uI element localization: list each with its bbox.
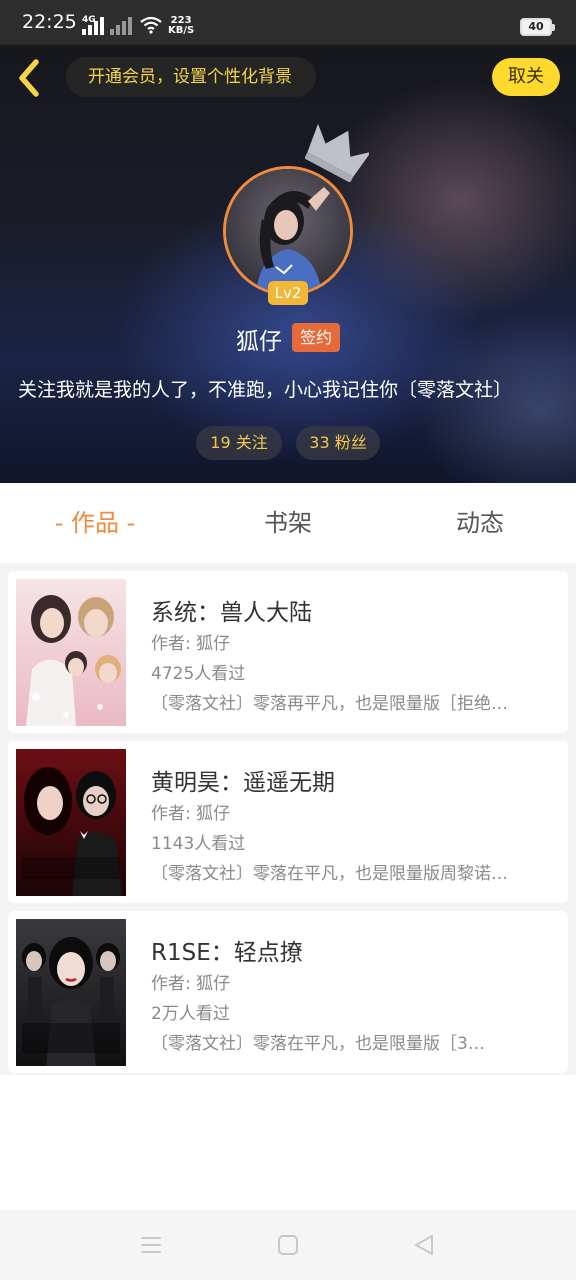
book-title: 系统：兽人大陆 <box>151 600 312 626</box>
following-count[interactable]: 19 关注 <box>196 426 282 460</box>
profile-bio: 关注我就是我的人了，不准跑，小心我记住你〔零落文社〕 <box>18 379 513 401</box>
network-speed-unit: KB/S <box>168 25 195 36</box>
book-card[interactable]: R1SE：轻点撩 作者: 狐仔 2万人看过 〔零落文社〕零落在平凡，也是限量版［… <box>8 911 568 1073</box>
menu-icon <box>141 1237 161 1253</box>
signal-icon <box>82 17 104 35</box>
status-time: 22:25 <box>22 11 77 33</box>
home-button[interactable] <box>275 1232 301 1258</box>
recent-apps-button[interactable] <box>138 1232 164 1258</box>
empty-area <box>0 1075 576 1210</box>
book-cover <box>16 579 126 726</box>
works-list: 系统：兽人大陆 作者: 狐仔 4725人看过 〔零落文社〕零落再平凡，也是限量版… <box>0 563 576 1083</box>
book-description: 〔零落文社〕零落再平凡，也是限量版［拒绝… <box>151 694 508 714</box>
home-square-icon <box>278 1235 298 1255</box>
status-bar: 22:25 4G 223 KB/S 40 <box>0 0 576 45</box>
unfollow-button[interactable]: 取关 <box>492 58 560 96</box>
book-title: 黄明昊：遥遥无期 <box>151 770 335 796</box>
book-views: 2万人看过 <box>151 1004 230 1024</box>
book-cover-image <box>16 749 126 896</box>
vip-background-banner[interactable]: 开通会员，设置个性化背景 <box>66 57 316 97</box>
battery-level: 40 <box>528 20 544 33</box>
book-cover-image <box>16 579 126 726</box>
wifi-icon <box>140 16 162 34</box>
profile-header: 22:25 4G 223 KB/S 40 开通会员，设置个性化背景 取关 Lv2… <box>0 0 576 483</box>
back-arrow-icon <box>19 59 39 97</box>
system-back-button[interactable] <box>411 1232 437 1258</box>
book-description: 〔零落文社〕零落在平凡，也是限量版［3… <box>151 1034 485 1054</box>
book-cover <box>16 919 126 1066</box>
book-description: 〔零落文社〕零落在平凡，也是限量版周黎诺… <box>151 864 508 884</box>
book-title: R1SE：轻点撩 <box>151 940 303 966</box>
tab-activity[interactable]: 动态 <box>420 483 540 563</box>
book-cover-image <box>16 919 126 1066</box>
book-card[interactable]: 黄明昊：遥遥无期 作者: 狐仔 1143人看过 〔零落文社〕零落在平凡，也是限量… <box>8 741 568 903</box>
back-triangle-icon <box>415 1235 433 1255</box>
book-cover <box>16 749 126 896</box>
profile-tabs: - 作品 - 书架 动态 <box>0 483 576 563</box>
book-card[interactable]: 系统：兽人大陆 作者: 狐仔 4725人看过 〔零落文社〕零落再平凡，也是限量版… <box>8 571 568 733</box>
avatar-image <box>226 169 350 293</box>
back-button[interactable] <box>10 58 50 98</box>
signal-2-icon <box>110 17 132 35</box>
book-views: 4725人看过 <box>151 664 246 684</box>
book-author: 作者: 狐仔 <box>151 804 231 824</box>
book-author: 作者: 狐仔 <box>151 974 231 994</box>
book-author: 作者: 狐仔 <box>151 634 231 654</box>
level-badge: Lv2 <box>268 281 308 305</box>
username: 狐仔 <box>236 329 282 355</box>
book-views: 1143人看过 <box>151 834 246 854</box>
battery-icon: 40 <box>520 18 555 36</box>
tab-works[interactable]: - 作品 - <box>30 483 160 563</box>
tab-bookshelf[interactable]: 书架 <box>228 483 348 563</box>
system-nav-bar <box>0 1210 576 1280</box>
signed-author-badge: 签约 <box>292 323 340 352</box>
avatar[interactable] <box>223 166 353 296</box>
followers-count[interactable]: 33 粉丝 <box>296 426 380 460</box>
network-speed: 223 KB/S <box>168 16 194 36</box>
